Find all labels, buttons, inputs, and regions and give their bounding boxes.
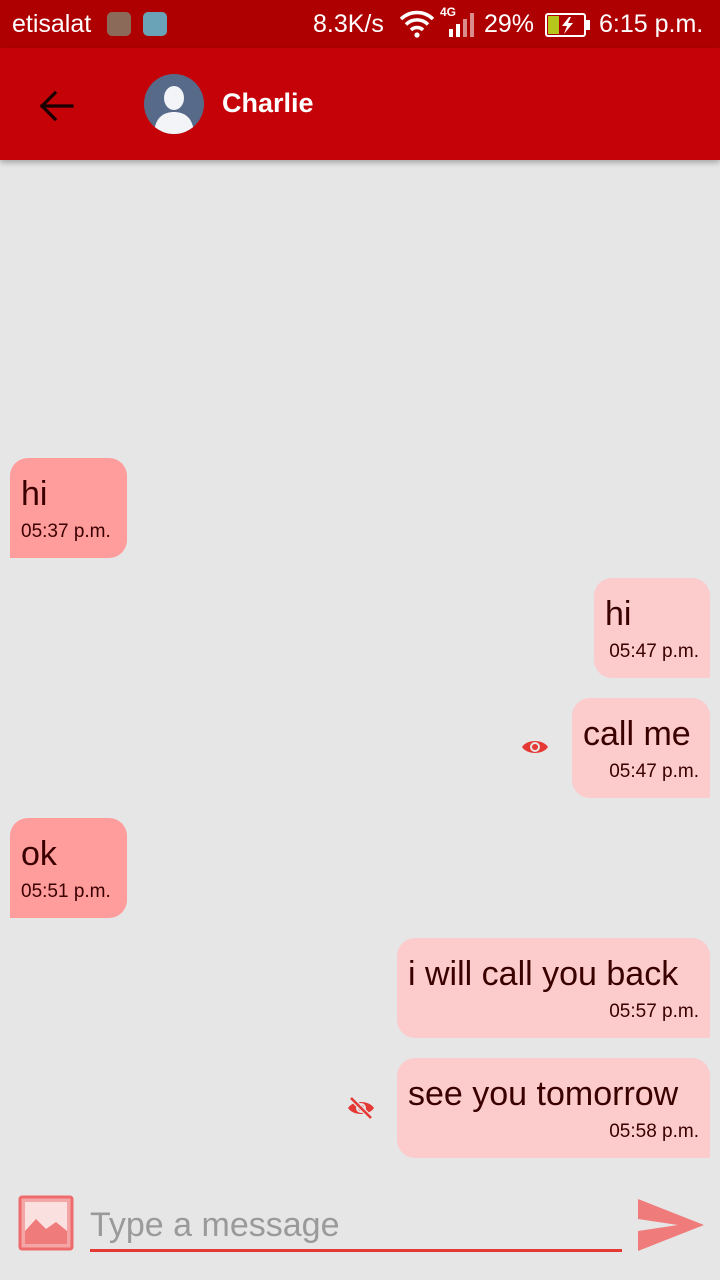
message-time: 05:37 p.m.	[21, 521, 111, 542]
message-time: 05:47 p.m.	[609, 761, 699, 782]
message-time: 05:57 p.m.	[609, 1001, 699, 1022]
message-bubble-incoming[interactable]: hi 05:37 p.m.	[10, 458, 127, 558]
back-button[interactable]	[30, 80, 82, 132]
message-time: 05:51 p.m.	[21, 881, 111, 902]
message-text: hi	[605, 595, 632, 633]
battery-percent: 29%	[484, 10, 535, 38]
signal-icon	[447, 13, 479, 44]
wifi-icon	[398, 10, 436, 45]
message-list[interactable]: hi 05:37 p.m. hi 05:47 p.m. call me 05:4…	[0, 160, 720, 1175]
message-bubble-outgoing[interactable]: call me 05:47 p.m.	[572, 698, 710, 798]
attach-image-button[interactable]	[18, 1195, 74, 1251]
message-bubble-outgoing[interactable]: hi 05:47 p.m.	[594, 578, 710, 678]
app-bar: Charlie	[0, 48, 720, 160]
android-notification-icon	[143, 12, 167, 36]
notification-app-icon	[107, 12, 131, 36]
network-speed: 8.3K/s	[313, 10, 384, 38]
status-bar: etisalat 8.3K/s 4G 29% 6:15 p.m.	[0, 0, 720, 48]
status-clock: 6:15 p.m.	[599, 10, 704, 38]
message-text: hi	[21, 475, 48, 513]
back-arrow-icon	[39, 90, 74, 122]
message-text: ok	[21, 835, 57, 873]
contact-avatar[interactable]	[144, 74, 204, 134]
send-button[interactable]	[636, 1197, 706, 1253]
message-input[interactable]	[90, 1202, 622, 1252]
message-time: 05:58 p.m.	[609, 1121, 699, 1142]
user-silhouette-icon	[154, 86, 194, 134]
message-text: call me	[583, 715, 691, 753]
message-bubble-incoming[interactable]: ok 05:51 p.m.	[10, 818, 127, 918]
image-icon	[18, 1195, 74, 1251]
eye-icon	[522, 741, 548, 753]
compose-bar	[0, 1175, 720, 1280]
message-time: 05:47 p.m.	[609, 641, 699, 662]
carrier-name: etisalat	[12, 10, 92, 38]
message-text: see you tomorrow	[408, 1075, 679, 1113]
battery-charging-icon	[545, 13, 591, 44]
message-text: i will call you back	[408, 955, 679, 993]
contact-name[interactable]: Charlie	[222, 88, 314, 119]
message-bubble-outgoing[interactable]: i will call you back 05:57 p.m.	[397, 938, 710, 1038]
message-bubble-outgoing[interactable]: see you tomorrow 05:58 p.m.	[397, 1058, 710, 1158]
send-icon	[638, 1199, 704, 1251]
eye-off-icon	[348, 1096, 374, 1120]
